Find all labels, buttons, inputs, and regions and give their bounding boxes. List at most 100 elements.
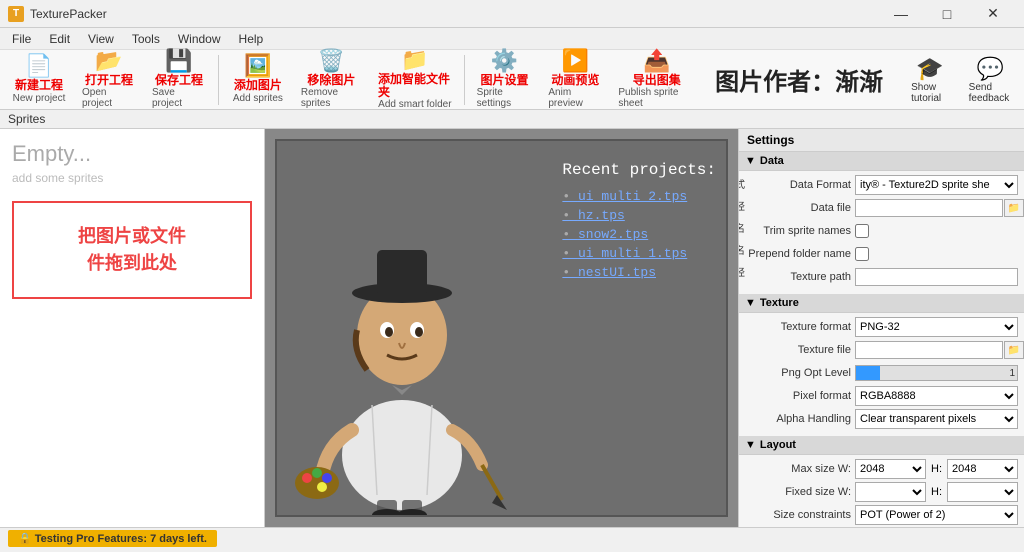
add-sprites-en-label: Add sprites (233, 93, 283, 104)
new-project-button[interactable]: 📄 新建工程 New project (4, 51, 74, 107)
open-project-button[interactable]: 📂 打开工程 Open project (74, 46, 144, 113)
sprite-settings-cn-label: 图片设置 (481, 74, 529, 87)
recent-projects-list: ui_multi_2.tps hz.tps snow2.tps ui_multi_1.… (562, 189, 716, 280)
size-constraints-select[interactable]: POT (Power of 2) (855, 505, 1018, 525)
menu-tools[interactable]: Tools (124, 30, 168, 48)
prepend-row: Prepend folder name (745, 244, 1018, 264)
texture-file-browse-button[interactable]: 📁 (1004, 341, 1024, 359)
fixed-size-row: Fixed size W: H: (745, 482, 1018, 502)
alpha-handling-row: Alpha Handling Clear transparent pixels (745, 409, 1018, 429)
alpha-handling-select[interactable]: Clear transparent pixels (855, 409, 1018, 429)
max-size-h-select[interactable]: 2048 (947, 459, 1018, 479)
fixed-size-w-select[interactable] (855, 482, 926, 502)
open-project-en-label: Open project (82, 87, 136, 109)
toolbar-sep-2 (464, 55, 465, 105)
png-opt-slider[interactable]: 1 (855, 365, 1018, 381)
texture-file-label: Texture file (745, 344, 855, 356)
recent-projects-title: Recent projects: (562, 161, 716, 179)
data-file-label: Data file (745, 202, 855, 214)
publish-icon: 📤 (643, 50, 670, 72)
texture-format-label: Texture format (745, 321, 855, 333)
recent-project-link[interactable]: ui_multi_1.tps (562, 246, 716, 261)
toolbar: 📄 新建工程 New project 📂 打开工程 Open project 💾… (0, 50, 1024, 110)
png-opt-fill (856, 366, 880, 380)
prepend-checkbox[interactable] (855, 247, 869, 261)
anim-preview-button[interactable]: ▶️ 动画预览 Anim preview (540, 46, 610, 113)
alpha-handling-label: Alpha Handling (745, 413, 855, 425)
close-button[interactable]: ✕ (970, 0, 1016, 28)
show-tutorial-button[interactable]: 🎓 Show tutorial (903, 54, 957, 106)
pixel-format-row: Pixel format RGBA8888 (745, 386, 1018, 406)
feedback-label: Send feedback (969, 82, 1012, 104)
texture-path-row: Texture path (745, 267, 1018, 287)
anim-preview-cn-label: 动画预览 (551, 74, 599, 87)
sprites-label-text: Sprites (8, 112, 45, 126)
app-icon: T (8, 6, 24, 22)
data-file-browse-button[interactable]: 📁 (1004, 199, 1024, 217)
max-size-h-label: H: (929, 459, 944, 479)
maximize-button[interactable]: □ (924, 0, 970, 28)
recent-project-link[interactable]: nestUI.tps (562, 265, 716, 280)
recent-project-link[interactable]: hz.tps (562, 208, 716, 223)
canvas-area: Recent projects: ui_multi_2.tps hz.tps sno… (265, 129, 738, 527)
sprite-settings-en-label: Sprite settings (477, 87, 533, 109)
add-smart-folder-button[interactable]: 📁 添加智能文件夹 Add smart folder (370, 45, 460, 114)
texture-format-row: Texture format PNG-32 (745, 317, 1018, 337)
add-smart-folder-en-label: Add smart folder (378, 99, 451, 110)
open-project-cn-label: 打开工程 (85, 74, 133, 87)
add-sprites-button[interactable]: 🖼️ 添加图片 Add sprites (223, 51, 293, 107)
new-project-icon: 📄 (25, 55, 52, 77)
data-format-select[interactable]: ity® - Texture2D sprite she (855, 175, 1018, 195)
minimize-button[interactable]: — (878, 0, 924, 28)
max-size-row: Max size W: 2048 H: 2048 (745, 459, 1018, 479)
recent-project-link[interactable]: ui_multi_2.tps (562, 189, 716, 204)
texture-section-header[interactable]: ▼ Texture (739, 294, 1024, 313)
new-project-en-label: New project (13, 93, 66, 104)
texture-file-input[interactable] (855, 341, 1003, 359)
texture-section-label: Texture (760, 297, 799, 309)
texture-format-select[interactable]: PNG-32 (855, 317, 1018, 337)
png-opt-row: Png Opt Level 1 (745, 363, 1018, 383)
app-title: TexturePacker (30, 7, 107, 21)
data-file-input[interactable] (855, 199, 1003, 217)
cn-extra: 额外图片路径 (738, 263, 745, 285)
menu-view[interactable]: View (80, 30, 122, 48)
trim-checkbox[interactable] (855, 224, 869, 238)
layout-section-header[interactable]: ▼ Layout (739, 436, 1024, 455)
anim-preview-icon: ▶️ (562, 50, 589, 72)
sprites-empty-sub: add some sprites (12, 171, 252, 185)
recent-projects-panel: Recent projects: ui_multi_2.tps hz.tps sno… (562, 161, 716, 284)
menu-file[interactable]: File (4, 30, 39, 48)
png-opt-value: 1 (1009, 366, 1015, 382)
drop-zone[interactable]: 把图片或文件件拖到此处 (12, 201, 252, 299)
add-smart-folder-cn-label: 添加智能文件夹 (378, 73, 452, 99)
menu-help[interactable]: Help (231, 30, 272, 48)
data-format-label: Data Format (745, 179, 855, 191)
prepend-label: Prepend folder name (745, 248, 855, 260)
title-bar: T TexturePacker — □ ✕ (0, 0, 1024, 28)
data-file-row: Data file 📁 (745, 198, 1018, 218)
save-project-button[interactable]: 💾 保存工程 Save project (144, 46, 214, 113)
data-section-content: 图集格式 导出文件路径 去掉图片的后缀名 前置文件夹命名 额外图片路径 Data… (739, 171, 1024, 294)
sprite-settings-icon: ⚙️ (491, 50, 518, 72)
publish-en-label: Publish sprite sheet (618, 87, 695, 109)
texture-path-input[interactable] (855, 268, 1018, 286)
fixed-size-h-select[interactable] (947, 482, 1018, 502)
canvas-board: Recent projects: ui_multi_2.tps hz.tps sno… (275, 139, 728, 517)
remove-sprites-button[interactable]: 🗑️ 移除图片 Remove sprites (293, 46, 370, 113)
settings-panel: Settings ▼ Data 图集格式 导出文件路径 去掉图片的后缀名 前置文… (738, 129, 1024, 527)
max-size-w-select[interactable]: 2048 (855, 459, 926, 479)
save-project-cn-label: 保存工程 (155, 74, 203, 87)
sprite-settings-button[interactable]: ⚙️ 图片设置 Sprite settings (469, 46, 541, 113)
publish-button[interactable]: 📤 导出图集 Publish sprite sheet (610, 46, 703, 113)
menu-window[interactable]: Window (170, 30, 229, 48)
send-feedback-button[interactable]: 💬 Send feedback (961, 54, 1020, 106)
pixel-format-select[interactable]: RGBA8888 (855, 386, 1018, 406)
publish-cn-label: 导出图集 (633, 74, 681, 87)
data-section-header[interactable]: ▼ Data (739, 152, 1024, 171)
menu-edit[interactable]: Edit (41, 30, 78, 48)
pro-status-badge: 🔒 Testing Pro Features: 7 days left. (8, 530, 217, 547)
recent-project-link[interactable]: snow2.tps (562, 227, 716, 242)
cn-format: 图集格式 (738, 175, 745, 197)
data-format-row: Data Format ity® - Texture2D sprite she (745, 175, 1018, 195)
